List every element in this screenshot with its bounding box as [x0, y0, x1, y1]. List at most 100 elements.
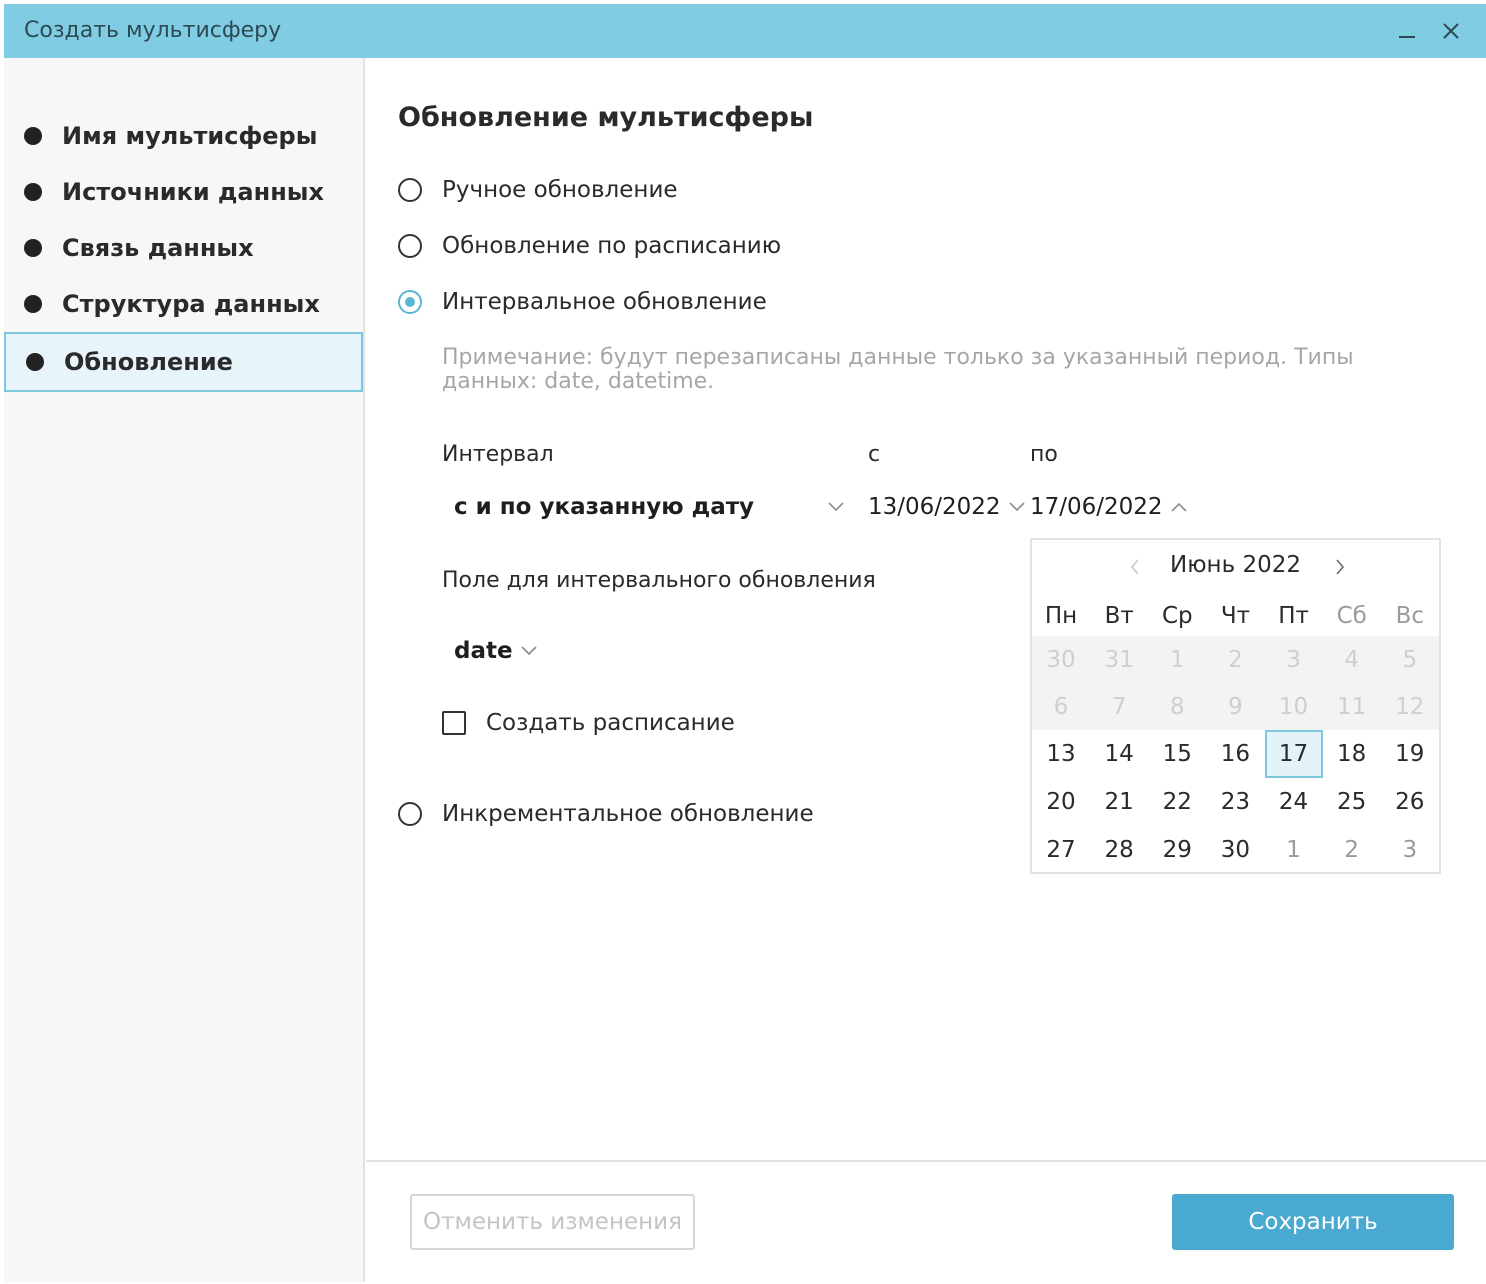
calendar-day-disabled: 12: [1395, 693, 1425, 720]
step-bullet-icon: [24, 183, 42, 201]
radio-interval-update[interactable]: Интервальное обновление: [398, 285, 767, 319]
calendar-day-disabled: 30: [1046, 646, 1076, 673]
sidebar-item-update[interactable]: Обновление: [4, 332, 363, 392]
interval-select-value: с и по указанную дату: [454, 494, 755, 520]
weekday-label: Вт: [1104, 603, 1134, 629]
next-month-button[interactable]: [1325, 550, 1355, 584]
sidebar-item-multisphere-name[interactable]: Имя мультисферы: [4, 108, 363, 164]
sidebar-item-label: Связь данных: [62, 234, 254, 262]
radio-label: Ручное обновление: [442, 177, 678, 203]
interval-note: Примечание: будут перезаписаны данные то…: [442, 345, 1354, 394]
window-title: Создать мультисферу: [24, 18, 282, 43]
calendar-day-next-month[interactable]: 3: [1381, 826, 1439, 874]
step-bullet-icon: [24, 295, 42, 313]
calendar-header: Июнь 2022: [1032, 550, 1439, 584]
calendar-day[interactable]: 23: [1206, 778, 1264, 826]
calendar-day-disabled: 5: [1402, 646, 1418, 673]
create-schedule-checkbox-row[interactable]: Создать расписание: [442, 710, 735, 736]
sidebar-item-data-link[interactable]: Связь данных: [4, 220, 363, 276]
calendar-day[interactable]: 22: [1148, 778, 1206, 826]
calendar-day[interactable]: 27: [1032, 826, 1090, 874]
calendar-day[interactable]: 15: [1148, 730, 1206, 778]
minimize-button[interactable]: [1390, 14, 1424, 48]
sidebar-item-label: Обновление: [64, 348, 233, 376]
to-label: по: [1030, 442, 1058, 467]
radio-scheduled-update[interactable]: Обновление по расписанию: [398, 229, 781, 263]
cancel-changes-button[interactable]: Отменить изменения: [410, 1194, 695, 1250]
chevron-down-icon: [1009, 502, 1025, 512]
calendar-week-row: 13 14 15 16 17 18 19: [1032, 730, 1439, 778]
radio-button[interactable]: [398, 178, 422, 202]
calendar-week-row: 20 21 22 23 24 25 26: [1032, 778, 1439, 826]
main-content: Обновление мультисферы Ручное обновление…: [366, 58, 1486, 1160]
radio-manual-update[interactable]: Ручное обновление: [398, 173, 678, 207]
create-schedule-checkbox[interactable]: [442, 711, 466, 735]
sidebar-item-data-sources[interactable]: Источники данных: [4, 164, 363, 220]
calendar-day[interactable]: 29: [1148, 826, 1206, 874]
calendar-grid: Пн Вт Ср Чт Пт Сб Вс 30 31 1 2 3 4 5 6 7…: [1032, 596, 1439, 874]
calendar-day-disabled: 31: [1104, 646, 1134, 673]
sidebar-item-label: Имя мультисферы: [62, 122, 318, 150]
title-bar: Создать мультисферу: [4, 4, 1486, 58]
calendar-day-disabled: 3: [1286, 646, 1301, 673]
radio-button[interactable]: [398, 234, 422, 258]
from-date-picker[interactable]: 13/06/2022: [868, 494, 1025, 520]
steps-sidebar: Имя мультисферы Источники данных Связь д…: [4, 58, 365, 1282]
calendar-day[interactable]: 18: [1323, 730, 1381, 778]
step-bullet-icon: [26, 353, 44, 371]
weekday-header-row: Пн Вт Ср Чт Пт Сб Вс: [1032, 596, 1439, 636]
calendar-week-row: 6 7 8 9 10 11 12: [1032, 683, 1439, 730]
calendar-day-disabled: 7: [1111, 693, 1127, 720]
calendar-day[interactable]: 24: [1265, 778, 1323, 826]
calendar-day[interactable]: 21: [1090, 778, 1148, 826]
radio-button-checked[interactable]: [398, 290, 422, 314]
radio-label: Интервальное обновление: [442, 289, 767, 315]
weekday-label: Чт: [1220, 603, 1251, 629]
radio-label: Инкрементальное обновление: [442, 801, 814, 827]
calendar-day[interactable]: 14: [1090, 730, 1148, 778]
close-icon: [1443, 23, 1459, 39]
date-picker-calendar: Июнь 2022 Пн Вт Ср Чт Пт Сб Вс 30 31 1 2…: [1030, 538, 1441, 874]
calendar-day-disabled: 2: [1228, 646, 1243, 673]
calendar-day[interactable]: 19: [1381, 730, 1439, 778]
calendar-day[interactable]: 26: [1381, 778, 1439, 826]
from-label: с: [868, 442, 881, 467]
radio-button[interactable]: [398, 802, 422, 826]
calendar-day[interactable]: 16: [1206, 730, 1264, 778]
sidebar-item-label: Структура данных: [62, 290, 320, 318]
calendar-day-next-month[interactable]: 2: [1323, 826, 1381, 874]
weekday-label: Сб: [1336, 603, 1367, 629]
calendar-week-row: 27 28 29 30 1 2 3: [1032, 826, 1439, 874]
chevron-down-icon: [828, 502, 844, 512]
calendar-month-label: Июнь 2022: [1169, 552, 1301, 578]
calendar-day-disabled: 1: [1169, 646, 1185, 673]
calendar-day[interactable]: 28: [1090, 826, 1148, 874]
interval-label: Интервал: [442, 442, 554, 467]
weekday-label: Вс: [1395, 603, 1425, 629]
calendar-day[interactable]: 30: [1206, 826, 1264, 874]
chevron-up-icon: [1171, 502, 1187, 512]
calendar-day-disabled: 4: [1344, 646, 1359, 673]
calendar-day[interactable]: 13: [1032, 730, 1090, 778]
calendar-day[interactable]: 25: [1323, 778, 1381, 826]
radio-incremental-update[interactable]: Инкрементальное обновление: [398, 797, 814, 831]
close-button[interactable]: [1434, 14, 1468, 48]
interval-field-select[interactable]: date: [454, 638, 537, 664]
save-button[interactable]: Сохранить: [1172, 1194, 1454, 1250]
from-date-value: 13/06/2022: [868, 494, 1001, 520]
calendar-day-selected[interactable]: 17: [1264, 730, 1323, 778]
calendar-day-next-month[interactable]: 1: [1265, 826, 1323, 874]
calendar-day[interactable]: 20: [1032, 778, 1090, 826]
minimize-icon: [1399, 36, 1415, 38]
chevron-down-icon: [521, 646, 537, 656]
step-bullet-icon: [24, 127, 42, 145]
calendar-day-disabled: 6: [1053, 693, 1069, 720]
interval-field-label: Поле для интервального обновления: [442, 568, 876, 593]
weekday-label: Пт: [1278, 603, 1309, 629]
calendar-day-disabled: 8: [1169, 693, 1185, 720]
calendar-day-disabled: 11: [1337, 693, 1367, 720]
sidebar-item-data-structure[interactable]: Структура данных: [4, 276, 363, 332]
to-date-picker[interactable]: 17/06/2022: [1030, 494, 1187, 520]
interval-select[interactable]: с и по указанную дату: [454, 494, 844, 520]
radio-label: Обновление по расписанию: [442, 233, 782, 259]
